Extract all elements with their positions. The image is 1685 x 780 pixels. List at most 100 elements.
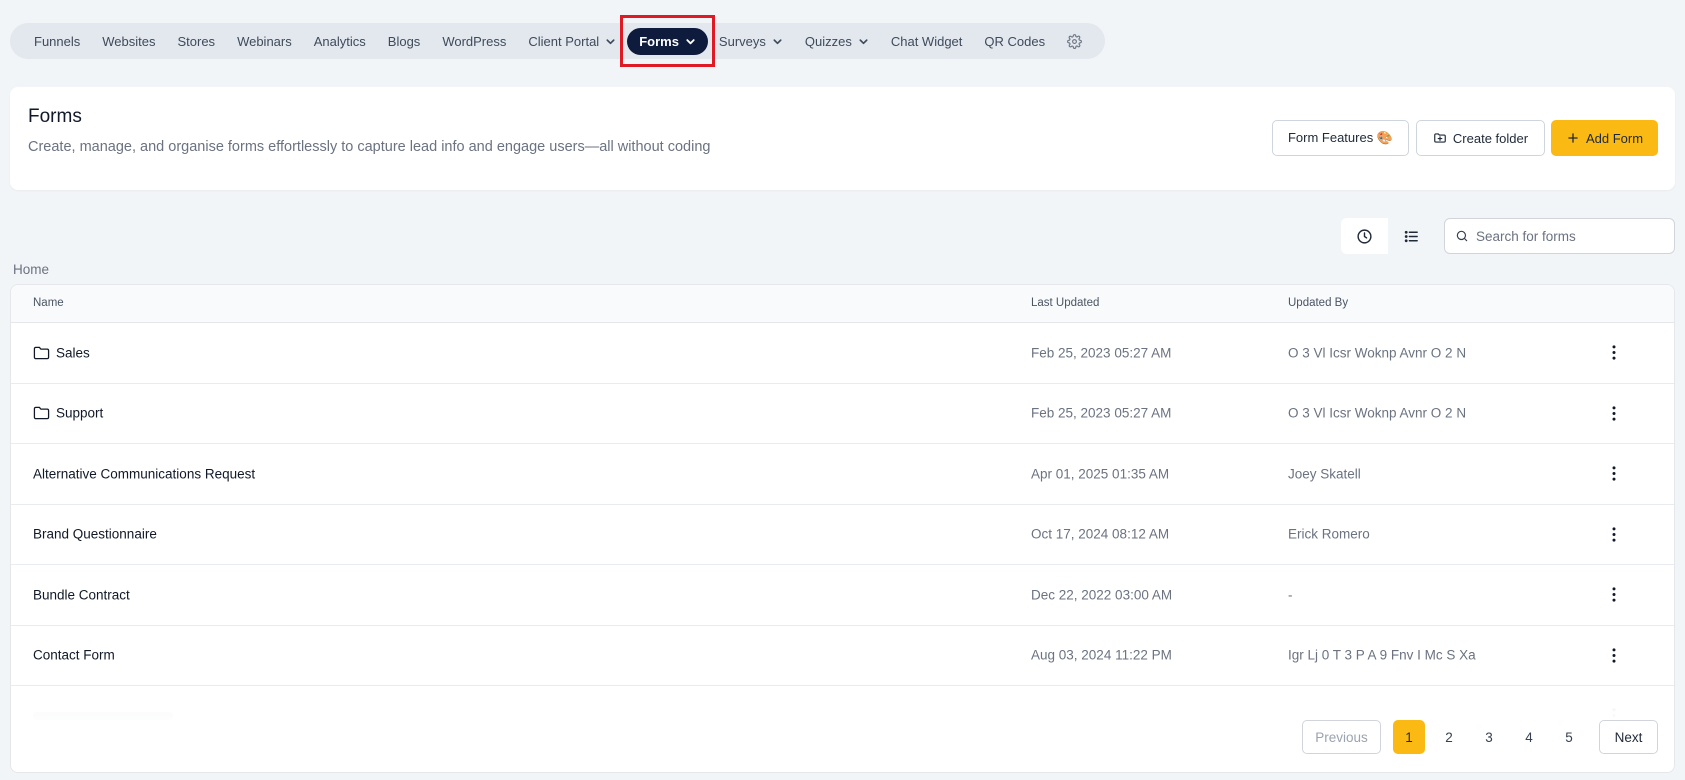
more-vertical-icon — [1612, 587, 1616, 602]
row-updated-by: O 3 Vl Icsr Woknp Avnr O 2 N — [1288, 345, 1467, 361]
nav-qr-codes[interactable]: QR Codes — [973, 28, 1056, 55]
nav-webinars[interactable]: Webinars — [226, 28, 303, 55]
add-form-button[interactable]: Add Form — [1551, 120, 1658, 156]
row-name: Alternative Communications Request — [33, 466, 256, 482]
folder-icon — [33, 406, 50, 420]
top-nav: Funnels Websites Stores Webinars Analyti… — [10, 23, 1105, 59]
nav-chat-widget[interactable]: Chat Widget — [880, 28, 974, 55]
nav-surveys[interactable]: Surveys — [708, 28, 794, 55]
page-3-button[interactable]: 3 — [1473, 720, 1505, 754]
row-name: Brand Questionnaire — [33, 526, 157, 542]
row-name-cell[interactable]: Bundle Contract — [33, 587, 130, 602]
row-name: Support — [56, 405, 104, 421]
table-row[interactable]: Sales Feb 25, 2023 05:27 AM O 3 Vl Icsr … — [11, 323, 1674, 384]
row-updated-by: Erick Romero — [1288, 526, 1370, 542]
row-more-button[interactable] — [1604, 522, 1624, 546]
table-row[interactable]: Contact Form Aug 03, 2024 11:22 PM Igr L… — [11, 626, 1674, 686]
row-updated-by: O 3 Vl Icsr Woknp Avnr O 2 N — [1288, 405, 1467, 421]
more-vertical-icon — [1612, 527, 1616, 542]
row-updated-by: - — [1288, 587, 1293, 603]
folder-plus-icon — [1434, 133, 1446, 143]
row-more-button[interactable] — [1604, 583, 1624, 607]
page-2-button[interactable]: 2 — [1433, 720, 1465, 754]
page-header: Forms Create, manage, and organise forms… — [10, 87, 1675, 190]
row-name-cell[interactable]: Support — [33, 406, 103, 421]
recent-view-button[interactable] — [1341, 218, 1388, 254]
row-updated-by: Igr Lj 0 T 3 P A 9 Fnv I Mc S Xa — [1288, 647, 1476, 663]
nav-settings[interactable] — [1056, 28, 1093, 55]
create-folder-button[interactable]: Create folder — [1416, 120, 1545, 156]
row-last-updated: Oct 17, 2024 08:12 AM — [1031, 526, 1170, 542]
folder-icon — [33, 346, 50, 360]
previous-page-button[interactable]: Previous — [1302, 720, 1381, 754]
nav-client-portal[interactable]: Client Portal — [517, 28, 627, 55]
row-name-cell[interactable]: Contact Form — [33, 648, 115, 663]
nav-wordpress[interactable]: WordPress — [431, 28, 517, 55]
form-features-button[interactable]: Form Features 🎨 — [1272, 120, 1409, 156]
add-form-label: Add Form — [1585, 130, 1644, 146]
list-view-button[interactable] — [1388, 218, 1435, 254]
form-features-label: Form Features 🎨 — [1287, 130, 1394, 145]
search-field[interactable] — [1444, 218, 1675, 254]
list-icon — [1404, 230, 1418, 242]
page-description: Create, manage, and organise forms effor… — [28, 139, 711, 155]
chevron-down-icon — [606, 38, 615, 44]
row-last-updated: Feb 25, 2023 05:27 AM — [1031, 345, 1172, 361]
row-more-button[interactable] — [1604, 643, 1624, 667]
table-header: Name Last Updated Updated By — [11, 285, 1674, 323]
nav-client-portal-label: Client Portal — [528, 33, 600, 49]
row-last-updated: Feb 25, 2023 05:27 AM — [1031, 405, 1172, 421]
nav-quizzes-label: Quizzes — [804, 33, 852, 49]
row-more-button[interactable] — [1604, 462, 1624, 486]
row-name: Sales — [56, 345, 90, 361]
next-page-button[interactable]: Next — [1599, 720, 1658, 754]
row-last-updated: Dec 22, 2022 03:00 AM — [1031, 587, 1173, 603]
page-5-button[interactable]: 5 — [1553, 720, 1585, 754]
row-last-updated: Aug 03, 2024 11:22 PM — [1031, 647, 1172, 663]
table-row[interactable]: Bundle Contract Dec 22, 2022 03:00 AM - — [11, 565, 1674, 626]
view-toggle — [1341, 218, 1435, 254]
create-folder-label: Create folder — [1452, 130, 1529, 146]
page-1-button[interactable]: 1 — [1393, 720, 1425, 754]
chevron-down-icon — [773, 38, 782, 44]
more-vertical-icon — [1612, 406, 1616, 421]
search-input[interactable] — [1476, 228, 1664, 244]
row-more-button[interactable] — [1604, 401, 1624, 425]
chevron-down-icon — [859, 38, 868, 44]
header-name[interactable]: Name — [33, 297, 64, 309]
clock-icon — [1357, 228, 1372, 244]
nav-analytics[interactable]: Analytics — [303, 28, 377, 55]
page-4-button[interactable]: 4 — [1513, 720, 1545, 754]
nav-surveys-label: Surveys — [718, 33, 766, 49]
row-name-cell[interactable]: Brand Questionnaire — [33, 527, 157, 542]
page-title: Forms — [28, 106, 82, 127]
header-last-updated[interactable]: Last Updated — [1031, 297, 1099, 309]
breadcrumb[interactable]: Home — [13, 262, 49, 277]
row-more-button[interactable] — [1604, 341, 1624, 365]
table-row[interactable]: Brand Questionnaire Oct 17, 2024 08:12 A… — [11, 505, 1674, 565]
more-vertical-icon — [1612, 648, 1616, 663]
header-updated-by[interactable]: Updated By — [1288, 297, 1348, 309]
row-updated-by: Joey Skatell — [1288, 466, 1361, 482]
row-name-cell[interactable]: Alternative Communications Request — [33, 466, 255, 481]
nav-forms[interactable]: Forms — [627, 27, 708, 55]
nav-funnels[interactable]: Funnels — [23, 28, 91, 55]
row-last-updated: Apr 01, 2025 01:35 AM — [1031, 466, 1170, 482]
row-name-cell[interactable]: Sales — [33, 345, 90, 360]
more-vertical-icon — [1612, 345, 1616, 360]
search-icon — [1456, 230, 1468, 242]
row-name: Contact Form — [33, 647, 115, 663]
nav-websites[interactable]: Websites — [91, 28, 166, 55]
forms-table: Name Last Updated Updated By Sales Feb 2… — [10, 284, 1675, 773]
table-row[interactable]: Support Feb 25, 2023 05:27 AM O 3 Vl Ics… — [11, 384, 1674, 444]
gear-icon — [1067, 33, 1082, 49]
table-row[interactable]: Alternative Communications Request Apr 0… — [11, 444, 1674, 505]
row-name: Bundle Contract — [33, 587, 130, 603]
nav-forms-label: Forms — [639, 33, 679, 49]
nav-quizzes[interactable]: Quizzes — [794, 28, 880, 55]
nav-blogs[interactable]: Blogs — [377, 28, 432, 55]
more-vertical-icon — [1612, 466, 1616, 481]
pagination: Previous 1 2 3 4 5 Next — [1302, 720, 1658, 754]
plus-icon — [1568, 133, 1578, 143]
nav-stores[interactable]: Stores — [166, 28, 226, 55]
